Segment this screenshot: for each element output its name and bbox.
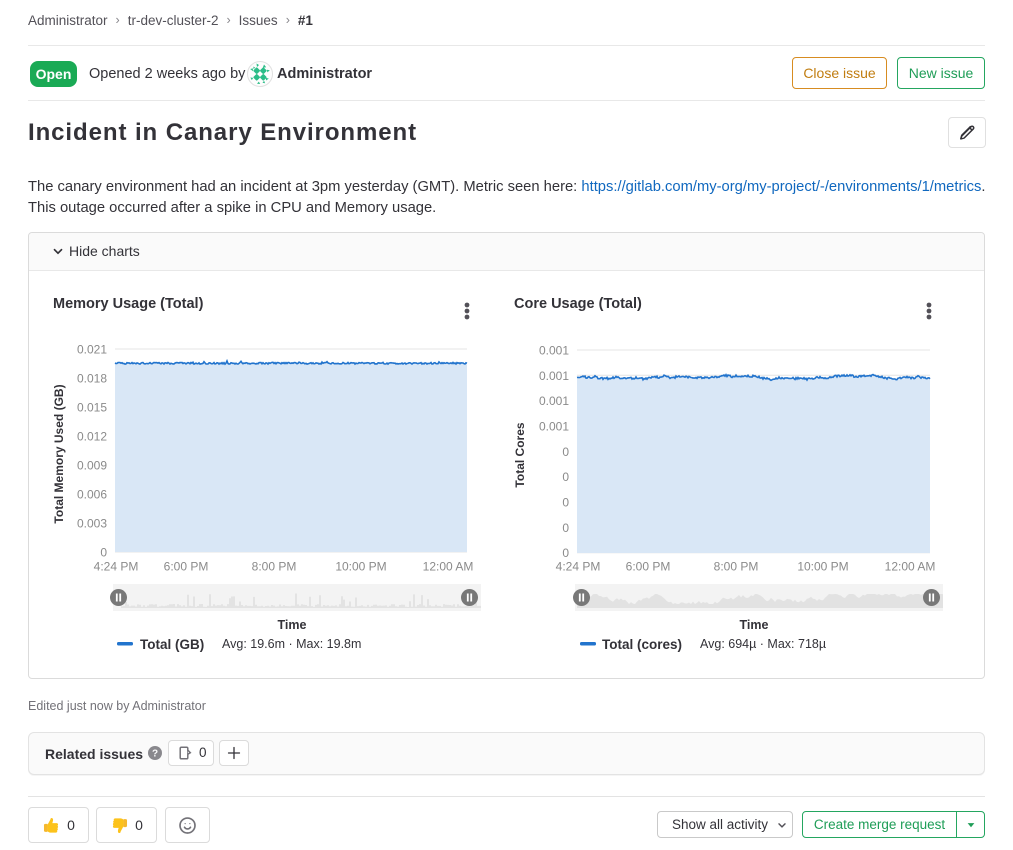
svg-text:?: ? xyxy=(152,749,158,760)
